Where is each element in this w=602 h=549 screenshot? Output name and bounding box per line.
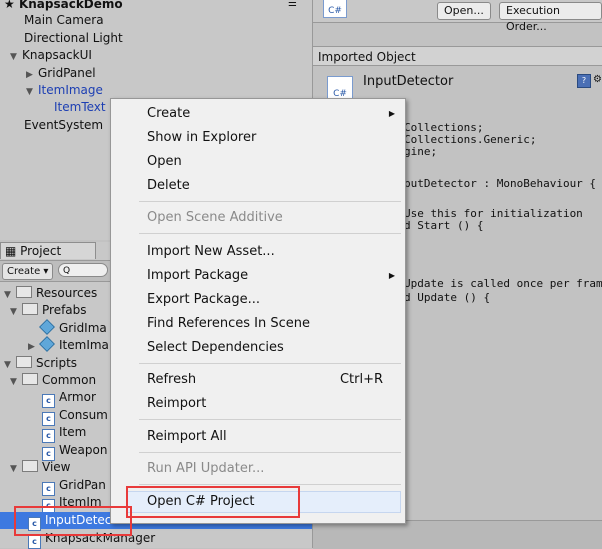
menu-separator <box>139 452 401 453</box>
menu-separator <box>139 233 401 234</box>
code-line: putDetector : MonoBehaviour { <box>404 177 597 190</box>
hierarchy-item-main-camera[interactable]: Main Camera <box>24 12 104 29</box>
code-line: gine; <box>404 145 438 158</box>
unity-scene-icon: ★ <box>4 0 19 11</box>
menu-item-refresh[interactable]: Refresh <box>147 369 196 391</box>
menu-item-select-dependencies[interactable]: Select Dependencies <box>147 337 284 359</box>
tree-item-view[interactable]: ▼ View <box>10 459 70 476</box>
hierarchy-item-gridpanel[interactable]: ▶ GridPanel <box>26 65 96 82</box>
csharp-script-icon: c <box>42 394 55 408</box>
highlight-box-open-csharp <box>126 486 300 518</box>
prefab-icon <box>39 336 55 352</box>
submenu-arrow-icon: ▶ <box>388 271 395 280</box>
tree-item-armor[interactable]: c Armor <box>42 389 96 408</box>
csharp-script-icon: c <box>28 535 41 549</box>
open-button[interactable]: Open... <box>437 2 491 20</box>
menu-lines-icon[interactable]: ☰ <box>288 0 297 9</box>
tree-item-consumable[interactable]: c Consum <box>42 407 108 426</box>
folder-icon <box>22 460 38 472</box>
inspector-footer <box>313 520 602 549</box>
folder-icon <box>16 356 32 368</box>
menu-item-open-scene-additive[interactable]: Open Scene Additive <box>147 207 283 229</box>
csharp-script-icon: C# <box>323 0 347 18</box>
create-dropdown-button[interactable]: Create ▾ <box>2 263 54 280</box>
hierarchy-item-itemtext[interactable]: ItemText <box>54 99 106 116</box>
object-name: InputDetector <box>363 74 454 89</box>
tree-item-resources[interactable]: ▼ Resources <box>4 285 97 302</box>
code-line: d Start () { <box>404 219 484 232</box>
help-book-icon[interactable]: ? <box>577 74 591 88</box>
code-line: d Update () { <box>404 291 491 304</box>
imported-object-header: Imported Object <box>313 46 602 66</box>
tree-item-common[interactable]: ▼ Common <box>10 372 96 389</box>
settings-gear-icon[interactable]: ⚙ <box>593 74 602 85</box>
menu-separator <box>139 419 401 420</box>
hierarchy-item-knapsackui[interactable]: ▼ KnapsackUI <box>10 47 92 64</box>
tree-item-item[interactable]: c Item <box>42 424 86 443</box>
menu-item-create[interactable]: Create <box>147 103 397 125</box>
expand-down-icon[interactable]: ▼ <box>10 49 22 66</box>
menu-item-open[interactable]: Open <box>147 151 182 173</box>
tree-item-weapon[interactable]: c Weapon <box>42 442 107 461</box>
execution-order-button[interactable]: Execution Order... <box>499 2 602 33</box>
menu-item-delete[interactable]: Delete <box>147 175 190 197</box>
menu-separator <box>139 201 401 202</box>
menu-item-find-references[interactable]: Find References In Scene <box>147 313 310 335</box>
tab-project[interactable]: ▦ Project <box>0 242 96 259</box>
folder-icon <box>22 373 38 385</box>
folder-icon <box>22 303 38 315</box>
menu-item-import-package[interactable]: Import Package <box>147 265 248 287</box>
hierarchy-item-itemimage[interactable]: ▼ ItemImage <box>26 82 103 99</box>
tree-item-gridpanel[interactable]: c GridPan <box>42 477 106 496</box>
search-input[interactable]: Q <box>58 263 108 277</box>
menu-item-export-package[interactable]: Export Package... <box>147 289 260 311</box>
expand-down-icon[interactable]: ▼ <box>10 461 22 478</box>
dropdown-arrow-icon: ▾ <box>43 266 49 277</box>
submenu-arrow-icon: ▶ <box>388 109 395 118</box>
expand-down-icon[interactable]: ▼ <box>26 84 38 101</box>
menu-item-show-in-explorer[interactable]: Show in Explorer <box>147 127 256 149</box>
tree-item-gridimage[interactable]: GridIma <box>39 319 107 337</box>
code-line: Update is called once per frame <box>404 277 602 290</box>
menu-item-reimport[interactable]: Reimport <box>147 393 206 415</box>
tree-item-itemimage[interactable]: ▶ ItemIma <box>28 336 109 356</box>
expand-down-icon[interactable]: ▼ <box>10 304 22 321</box>
context-menu: Create ▶ Show in Explorer Open Delete Op… <box>110 98 406 524</box>
menu-separator <box>139 484 401 485</box>
tree-item-prefabs[interactable]: ▼ Prefabs <box>10 302 87 319</box>
menu-item-reimport-all[interactable]: Reimport All <box>147 426 227 448</box>
csharp-script-icon: c <box>42 429 55 443</box>
hierarchy-item-eventsystem[interactable]: EventSystem <box>24 117 103 134</box>
refresh-shortcut: Ctrl+R <box>339 372 383 387</box>
menu-item-import-new-asset[interactable]: Import New Asset... <box>147 241 275 263</box>
hierarchy-item-directional-light[interactable]: Directional Light <box>24 30 123 47</box>
expand-right-icon[interactable]: ▶ <box>28 339 40 356</box>
prefab-icon <box>39 319 55 335</box>
tree-item-scripts[interactable]: ▼ Scripts <box>4 355 77 372</box>
highlight-box-inputdetector <box>14 506 132 536</box>
folder-icon <box>16 286 32 298</box>
folder-icon: ▦ <box>5 244 21 258</box>
expand-down-icon[interactable]: ▼ <box>10 374 22 391</box>
menu-separator <box>139 363 401 364</box>
menu-item-run-api-updater[interactable]: Run API Updater... <box>147 458 264 480</box>
